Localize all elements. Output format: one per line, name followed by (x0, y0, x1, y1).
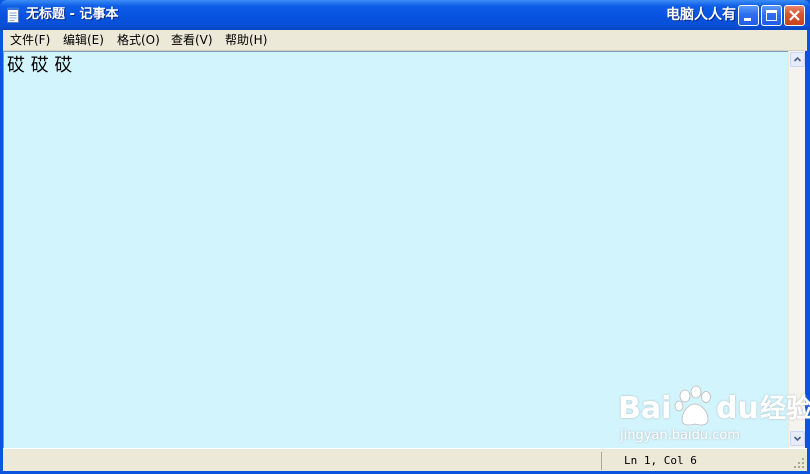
brand-label: 电脑人人有 (666, 7, 736, 23)
title-bar[interactable]: 无标题 - 记事本 电脑人人有 (0, 0, 810, 30)
status-pane (3, 452, 602, 470)
close-icon (789, 10, 800, 21)
status-bar: Ln 1, Col 6 (3, 448, 807, 471)
notepad-window: 无标题 - 记事本 电脑人人有 文件(F) 编辑(E) 格式(O) 查看(V) … (0, 0, 810, 474)
window-title: 无标题 - 记事本 (26, 7, 119, 22)
menu-view[interactable]: 查看(V) (171, 30, 213, 50)
baidu-paw-icon (674, 385, 711, 426)
watermark-brand: Bai (618, 391, 672, 426)
vertical-scrollbar[interactable] (788, 51, 805, 448)
minimize-icon (744, 18, 751, 21)
scroll-up-button[interactable] (790, 52, 805, 67)
scroll-down-button[interactable] (790, 431, 805, 446)
cursor-position: Ln 1, Col 6 (624, 454, 697, 467)
editor-content[interactable]: 砹 砹 砹 (7, 54, 72, 78)
watermark-url: jingyan.baidu.com (620, 428, 740, 443)
baidu-watermark: Bai du 经验 jingyan.baidu.com (618, 384, 810, 446)
menu-file[interactable]: 文件(F) (10, 30, 50, 50)
menu-edit[interactable]: 编辑(E) (63, 30, 104, 50)
menu-help[interactable]: 帮助(H) (225, 30, 267, 50)
watermark-product: 经验 (760, 394, 810, 424)
maximize-button[interactable] (761, 5, 782, 26)
minimize-button[interactable] (738, 5, 759, 26)
notepad-icon (7, 7, 19, 23)
resize-grip-icon[interactable] (793, 457, 805, 469)
arrow-up-icon (793, 56, 802, 62)
watermark-brand-suffix: du (716, 391, 759, 426)
menu-bar: 文件(F) 编辑(E) 格式(O) 查看(V) 帮助(H) (3, 30, 807, 51)
maximize-icon (766, 10, 777, 21)
close-button[interactable] (784, 5, 805, 26)
arrow-down-icon (793, 436, 802, 442)
menu-format[interactable]: 格式(O) (117, 30, 160, 50)
